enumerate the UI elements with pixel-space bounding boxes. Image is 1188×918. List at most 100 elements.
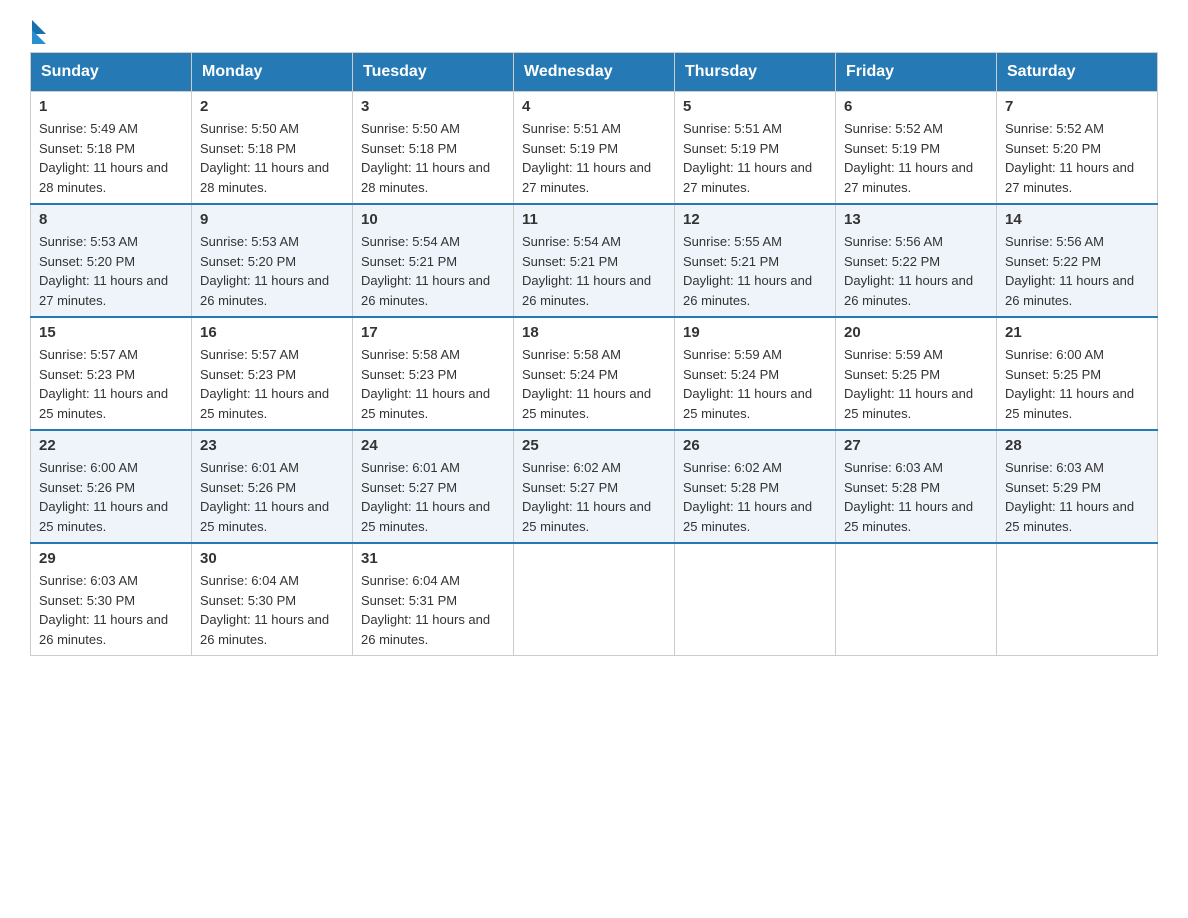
day-info: Sunrise: 5:55 AMSunset: 5:21 PMDaylight:… bbox=[683, 232, 827, 310]
calendar-cell-week3-day5: 19 Sunrise: 5:59 AMSunset: 5:24 PMDayligh… bbox=[675, 317, 836, 430]
day-number: 2 bbox=[200, 98, 344, 115]
calendar-cell-week5-day2: 30 Sunrise: 6:04 AMSunset: 5:30 PMDayligh… bbox=[192, 543, 353, 656]
header-friday: Friday bbox=[836, 53, 997, 92]
header-monday: Monday bbox=[192, 53, 353, 92]
day-info: Sunrise: 6:02 AMSunset: 5:28 PMDaylight:… bbox=[683, 458, 827, 536]
calendar-cell-week2-day1: 8Sunrise: 5:53 AMSunset: 5:20 PMDaylight… bbox=[31, 204, 192, 317]
day-number: 9 bbox=[200, 211, 344, 228]
day-info: Sunrise: 6:04 AMSunset: 5:31 PMDaylight:… bbox=[361, 571, 505, 649]
day-number: 28 bbox=[1005, 437, 1149, 454]
calendar-cell-week2-day4: 11 Sunrise: 5:54 AMSunset: 5:21 PMDayligh… bbox=[514, 204, 675, 317]
day-number: 31 bbox=[361, 550, 505, 567]
day-info: Sunrise: 5:54 AMSunset: 5:21 PMDaylight:… bbox=[522, 232, 666, 310]
header-tuesday: Tuesday bbox=[353, 53, 514, 92]
day-info: Sunrise: 6:00 AMSunset: 5:26 PMDaylight:… bbox=[39, 458, 183, 536]
calendar-week-4: 22 Sunrise: 6:00 AMSunset: 5:26 PMDayligh… bbox=[31, 430, 1158, 543]
calendar-week-1: 1 Sunrise: 5:49 AMSunset: 5:18 PMDaylight… bbox=[31, 92, 1158, 205]
day-number: 16 bbox=[200, 324, 344, 341]
day-number: 12 bbox=[683, 211, 827, 228]
calendar-cell-week3-day2: 16 Sunrise: 5:57 AMSunset: 5:23 PMDayligh… bbox=[192, 317, 353, 430]
day-info: Sunrise: 6:03 AMSunset: 5:28 PMDaylight:… bbox=[844, 458, 988, 536]
day-info: Sunrise: 5:56 AMSunset: 5:22 PMDaylight:… bbox=[844, 232, 988, 310]
calendar-cell-week5-day3: 31 Sunrise: 6:04 AMSunset: 5:31 PMDayligh… bbox=[353, 543, 514, 656]
day-number: 1 bbox=[39, 98, 183, 115]
day-info: Sunrise: 5:52 AMSunset: 5:20 PMDaylight:… bbox=[1005, 119, 1149, 197]
header-sunday: Sunday bbox=[31, 53, 192, 92]
day-number: 4 bbox=[522, 98, 666, 115]
day-info: Sunrise: 5:58 AMSunset: 5:24 PMDaylight:… bbox=[522, 345, 666, 423]
calendar-cell-week2-day5: 12 Sunrise: 5:55 AMSunset: 5:21 PMDayligh… bbox=[675, 204, 836, 317]
day-number: 23 bbox=[200, 437, 344, 454]
day-number: 19 bbox=[683, 324, 827, 341]
calendar-cell-week4-day1: 22 Sunrise: 6:00 AMSunset: 5:26 PMDayligh… bbox=[31, 430, 192, 543]
calendar-cell-week1-day6: 6 Sunrise: 5:52 AMSunset: 5:19 PMDaylight… bbox=[836, 92, 997, 205]
day-number: 11 bbox=[522, 211, 666, 228]
logo bbox=[30, 20, 46, 42]
day-info: Sunrise: 5:51 AMSunset: 5:19 PMDaylight:… bbox=[683, 119, 827, 197]
day-info: Sunrise: 5:49 AMSunset: 5:18 PMDaylight:… bbox=[39, 119, 183, 197]
calendar-cell-week5-day1: 29Sunrise: 6:03 AMSunset: 5:30 PMDayligh… bbox=[31, 543, 192, 656]
day-number: 30 bbox=[200, 550, 344, 567]
calendar-cell-week1-day5: 5 Sunrise: 5:51 AMSunset: 5:19 PMDaylight… bbox=[675, 92, 836, 205]
header-wednesday: Wednesday bbox=[514, 53, 675, 92]
day-number: 7 bbox=[1005, 98, 1149, 115]
calendar-cell-week3-day4: 18 Sunrise: 5:58 AMSunset: 5:24 PMDayligh… bbox=[514, 317, 675, 430]
day-info: Sunrise: 6:02 AMSunset: 5:27 PMDaylight:… bbox=[522, 458, 666, 536]
day-info: Sunrise: 6:01 AMSunset: 5:27 PMDaylight:… bbox=[361, 458, 505, 536]
logo-triangle2-icon bbox=[32, 30, 46, 44]
calendar-cell-week5-day4 bbox=[514, 543, 675, 656]
calendar-cell-week2-day7: 14Sunrise: 5:56 AMSunset: 5:22 PMDayligh… bbox=[997, 204, 1158, 317]
calendar-cell-week5-day7 bbox=[997, 543, 1158, 656]
day-number: 18 bbox=[522, 324, 666, 341]
day-number: 26 bbox=[683, 437, 827, 454]
day-info: Sunrise: 5:52 AMSunset: 5:19 PMDaylight:… bbox=[844, 119, 988, 197]
calendar-cell-week4-day2: 23 Sunrise: 6:01 AMSunset: 5:26 PMDayligh… bbox=[192, 430, 353, 543]
calendar-cell-week4-day6: 27 Sunrise: 6:03 AMSunset: 5:28 PMDayligh… bbox=[836, 430, 997, 543]
day-info: Sunrise: 6:01 AMSunset: 5:26 PMDaylight:… bbox=[200, 458, 344, 536]
day-info: Sunrise: 5:59 AMSunset: 5:25 PMDaylight:… bbox=[844, 345, 988, 423]
day-info: Sunrise: 5:59 AMSunset: 5:24 PMDaylight:… bbox=[683, 345, 827, 423]
day-info: Sunrise: 6:04 AMSunset: 5:30 PMDaylight:… bbox=[200, 571, 344, 649]
calendar-week-3: 15 Sunrise: 5:57 AMSunset: 5:23 PMDayligh… bbox=[31, 317, 1158, 430]
calendar-cell-week3-day1: 15 Sunrise: 5:57 AMSunset: 5:23 PMDayligh… bbox=[31, 317, 192, 430]
day-info: Sunrise: 5:50 AMSunset: 5:18 PMDaylight:… bbox=[361, 119, 505, 197]
calendar-cell-week5-day5 bbox=[675, 543, 836, 656]
day-info: Sunrise: 5:53 AMSunset: 5:20 PMDaylight:… bbox=[200, 232, 344, 310]
calendar-cell-week4-day7: 28Sunrise: 6:03 AMSunset: 5:29 PMDayligh… bbox=[997, 430, 1158, 543]
day-info: Sunrise: 5:57 AMSunset: 5:23 PMDaylight:… bbox=[39, 345, 183, 423]
header-saturday: Saturday bbox=[997, 53, 1158, 92]
calendar-cell-week3-day3: 17 Sunrise: 5:58 AMSunset: 5:23 PMDayligh… bbox=[353, 317, 514, 430]
calendar-cell-week1-day4: 4 Sunrise: 5:51 AMSunset: 5:19 PMDaylight… bbox=[514, 92, 675, 205]
day-number: 25 bbox=[522, 437, 666, 454]
calendar-cell-week2-day2: 9 Sunrise: 5:53 AMSunset: 5:20 PMDaylight… bbox=[192, 204, 353, 317]
day-info: Sunrise: 5:57 AMSunset: 5:23 PMDaylight:… bbox=[200, 345, 344, 423]
calendar-week-5: 29Sunrise: 6:03 AMSunset: 5:30 PMDayligh… bbox=[31, 543, 1158, 656]
calendar-week-2: 8Sunrise: 5:53 AMSunset: 5:20 PMDaylight… bbox=[31, 204, 1158, 317]
day-number: 10 bbox=[361, 211, 505, 228]
day-number: 5 bbox=[683, 98, 827, 115]
day-info: Sunrise: 6:00 AMSunset: 5:25 PMDaylight:… bbox=[1005, 345, 1149, 423]
day-number: 3 bbox=[361, 98, 505, 115]
day-number: 21 bbox=[1005, 324, 1149, 341]
day-info: Sunrise: 5:50 AMSunset: 5:18 PMDaylight:… bbox=[200, 119, 344, 197]
calendar-cell-week3-day6: 20 Sunrise: 5:59 AMSunset: 5:25 PMDayligh… bbox=[836, 317, 997, 430]
calendar-cell-week4-day3: 24 Sunrise: 6:01 AMSunset: 5:27 PMDayligh… bbox=[353, 430, 514, 543]
day-info: Sunrise: 5:56 AMSunset: 5:22 PMDaylight:… bbox=[1005, 232, 1149, 310]
day-info: Sunrise: 5:51 AMSunset: 5:19 PMDaylight:… bbox=[522, 119, 666, 197]
day-number: 17 bbox=[361, 324, 505, 341]
day-info: Sunrise: 5:58 AMSunset: 5:23 PMDaylight:… bbox=[361, 345, 505, 423]
day-number: 20 bbox=[844, 324, 988, 341]
page-header bbox=[30, 20, 1158, 42]
day-number: 24 bbox=[361, 437, 505, 454]
day-number: 22 bbox=[39, 437, 183, 454]
calendar-cell-week4-day5: 26 Sunrise: 6:02 AMSunset: 5:28 PMDayligh… bbox=[675, 430, 836, 543]
calendar-cell-week1-day2: 2 Sunrise: 5:50 AMSunset: 5:18 PMDaylight… bbox=[192, 92, 353, 205]
day-number: 6 bbox=[844, 98, 988, 115]
calendar-cell-week1-day1: 1 Sunrise: 5:49 AMSunset: 5:18 PMDaylight… bbox=[31, 92, 192, 205]
calendar-cell-week5-day6 bbox=[836, 543, 997, 656]
calendar-cell-week2-day6: 13Sunrise: 5:56 AMSunset: 5:22 PMDayligh… bbox=[836, 204, 997, 317]
day-number: 27 bbox=[844, 437, 988, 454]
header-thursday: Thursday bbox=[675, 53, 836, 92]
calendar-cell-week2-day3: 10Sunrise: 5:54 AMSunset: 5:21 PMDayligh… bbox=[353, 204, 514, 317]
day-number: 15 bbox=[39, 324, 183, 341]
